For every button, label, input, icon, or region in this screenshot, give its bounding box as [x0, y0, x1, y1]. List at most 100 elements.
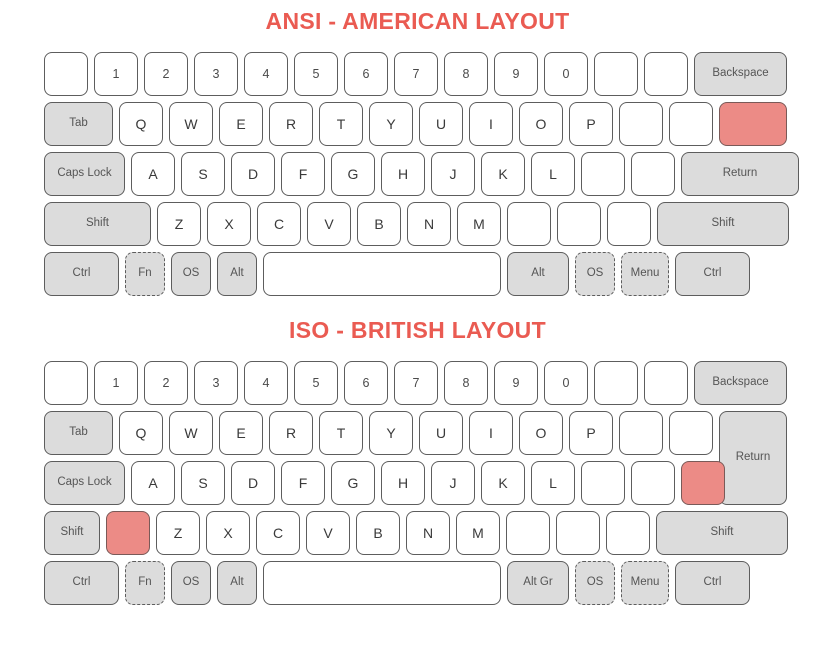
- key-iso-z-3-2[interactable]: Z: [156, 511, 200, 555]
- key-iso-7-0-7[interactable]: 7: [394, 361, 438, 405]
- key-iso-backspace-0-13[interactable]: Backspace: [694, 361, 787, 405]
- key-iso-menu-4-7[interactable]: Menu: [621, 561, 669, 605]
- key-iso-ctrl-4-0[interactable]: Ctrl: [44, 561, 119, 605]
- key-ansi-8-0-8[interactable]: 8: [444, 52, 488, 96]
- key-iso-blank-3-11[interactable]: [606, 511, 650, 555]
- key-iso-blank-1-11[interactable]: [619, 411, 663, 455]
- key-ansi-o-1-9[interactable]: O: [519, 102, 563, 146]
- key-iso-k-2-8[interactable]: K: [481, 461, 525, 505]
- key-iso-blank-3-9[interactable]: [506, 511, 550, 555]
- key-ansi-blank-0-0[interactable]: [44, 52, 88, 96]
- key-ansi-v-3-4[interactable]: V: [307, 202, 351, 246]
- key-ansi-backspace-0-13[interactable]: Backspace: [694, 52, 787, 96]
- key-iso-u-1-7[interactable]: U: [419, 411, 463, 455]
- key-iso-blank-2-10[interactable]: [581, 461, 625, 505]
- key-ansi-menu-4-7[interactable]: Menu: [621, 252, 669, 296]
- key-ansi-g-2-5[interactable]: G: [331, 152, 375, 196]
- key-iso-n-3-7[interactable]: N: [406, 511, 450, 555]
- key-iso-p-1-10[interactable]: P: [569, 411, 613, 455]
- key-ansi-shift-3-11[interactable]: Shift: [657, 202, 789, 246]
- key-iso-alt-gr-4-5[interactable]: Alt Gr: [507, 561, 569, 605]
- key-iso-w-1-2[interactable]: W: [169, 411, 213, 455]
- key-ansi-r-1-4[interactable]: R: [269, 102, 313, 146]
- key-ansi-9-0-9[interactable]: 9: [494, 52, 538, 96]
- key-ansi-blank-1-12[interactable]: [669, 102, 713, 146]
- key-ansi-blank-0-11[interactable]: [594, 52, 638, 96]
- key-iso-x-3-3[interactable]: X: [206, 511, 250, 555]
- key-iso-l-2-9[interactable]: L: [531, 461, 575, 505]
- key-iso-g-2-5[interactable]: G: [331, 461, 375, 505]
- key-iso-blank-1-12[interactable]: [669, 411, 713, 455]
- key-ansi-s-2-2[interactable]: S: [181, 152, 225, 196]
- key-iso-t-1-5[interactable]: T: [319, 411, 363, 455]
- key-ansi-blank-2-10[interactable]: [581, 152, 625, 196]
- key-iso-0-0-10[interactable]: 0: [544, 361, 588, 405]
- key-ansi-w-1-2[interactable]: W: [169, 102, 213, 146]
- key-ansi-y-1-6[interactable]: Y: [369, 102, 413, 146]
- key-ansi-alt-4-3[interactable]: Alt: [217, 252, 257, 296]
- key-ansi-blank-1-11[interactable]: [619, 102, 663, 146]
- key-iso-o-1-9[interactable]: O: [519, 411, 563, 455]
- key-ansi-os-4-2[interactable]: OS: [171, 252, 211, 296]
- key-iso-d-2-3[interactable]: D: [231, 461, 275, 505]
- key-iso-tab-1-0[interactable]: Tab: [44, 411, 113, 455]
- key-ansi-ctrl-4-8[interactable]: Ctrl: [675, 252, 750, 296]
- key-ansi-0-0-10[interactable]: 0: [544, 52, 588, 96]
- key-iso-f-2-4[interactable]: F: [281, 461, 325, 505]
- key-ansi-t-1-5[interactable]: T: [319, 102, 363, 146]
- key-iso-h-2-6[interactable]: H: [381, 461, 425, 505]
- key-ansi-alt-4-5[interactable]: Alt: [507, 252, 569, 296]
- key-iso-blank-0-11[interactable]: [594, 361, 638, 405]
- key-ansi-5-0-5[interactable]: 5: [294, 52, 338, 96]
- key-ansi-m-3-7[interactable]: M: [457, 202, 501, 246]
- key-iso-ctrl-4-8[interactable]: Ctrl: [675, 561, 750, 605]
- key-ansi-6-0-6[interactable]: 6: [344, 52, 388, 96]
- key-ansi-os-4-6[interactable]: OS: [575, 252, 615, 296]
- key-ansi-h-2-6[interactable]: H: [381, 152, 425, 196]
- key-iso-8-0-8[interactable]: 8: [444, 361, 488, 405]
- key-iso-q-1-1[interactable]: Q: [119, 411, 163, 455]
- key-ansi-j-2-7[interactable]: J: [431, 152, 475, 196]
- key-iso-os-4-6[interactable]: OS: [575, 561, 615, 605]
- key-ansi-f-2-4[interactable]: F: [281, 152, 325, 196]
- key-ansi-blank-0-12[interactable]: [644, 52, 688, 96]
- key-ansi-tab-1-0[interactable]: Tab: [44, 102, 113, 146]
- key-ansi-7-0-7[interactable]: 7: [394, 52, 438, 96]
- key-iso-b-3-6[interactable]: B: [356, 511, 400, 555]
- key-ansi-caps-lock-2-0[interactable]: Caps Lock: [44, 152, 125, 196]
- key-iso-1-0-1[interactable]: 1: [94, 361, 138, 405]
- key-ansi-z-3-1[interactable]: Z: [157, 202, 201, 246]
- key-iso-m-3-8[interactable]: M: [456, 511, 500, 555]
- key-iso-blank-3-10[interactable]: [556, 511, 600, 555]
- key-iso-v-3-5[interactable]: V: [306, 511, 350, 555]
- key-iso-shift-3-12[interactable]: Shift: [656, 511, 788, 555]
- key-iso-os-4-2[interactable]: OS: [171, 561, 211, 605]
- key-iso-y-1-6[interactable]: Y: [369, 411, 413, 455]
- key-iso-blank-0-12[interactable]: [644, 361, 688, 405]
- key-ansi-fn-4-1[interactable]: Fn: [125, 252, 165, 296]
- key-ansi-d-2-3[interactable]: D: [231, 152, 275, 196]
- key-iso-j-2-7[interactable]: J: [431, 461, 475, 505]
- key-ansi-b-3-5[interactable]: B: [357, 202, 401, 246]
- key-ansi-u-1-7[interactable]: U: [419, 102, 463, 146]
- key-iso-6-0-6[interactable]: 6: [344, 361, 388, 405]
- key-ansi-blank-4-4[interactable]: [263, 252, 501, 296]
- key-ansi-blank-3-9[interactable]: [557, 202, 601, 246]
- key-ansi-2-0-2[interactable]: 2: [144, 52, 188, 96]
- key-iso-5-0-5[interactable]: 5: [294, 361, 338, 405]
- key-iso-9-0-9[interactable]: 9: [494, 361, 538, 405]
- key-ansi-p-1-10[interactable]: P: [569, 102, 613, 146]
- key-ansi-return-2-12[interactable]: Return: [681, 152, 799, 196]
- key-iso-3-0-3[interactable]: 3: [194, 361, 238, 405]
- key-iso-fn-4-1[interactable]: Fn: [125, 561, 165, 605]
- key-iso-r-1-4[interactable]: R: [269, 411, 313, 455]
- key-iso-s-2-2[interactable]: S: [181, 461, 225, 505]
- key-ansi-3-0-3[interactable]: 3: [194, 52, 238, 96]
- key-ansi-a-2-1[interactable]: A: [131, 152, 175, 196]
- key-iso-shift-3-0[interactable]: Shift: [44, 511, 100, 555]
- key-iso-blank-0-0[interactable]: [44, 361, 88, 405]
- key-ansi-4-0-4[interactable]: 4: [244, 52, 288, 96]
- key-ansi-shift-3-0[interactable]: Shift: [44, 202, 151, 246]
- key-ansi-e-1-3[interactable]: E: [219, 102, 263, 146]
- key-ansi-k-2-8[interactable]: K: [481, 152, 525, 196]
